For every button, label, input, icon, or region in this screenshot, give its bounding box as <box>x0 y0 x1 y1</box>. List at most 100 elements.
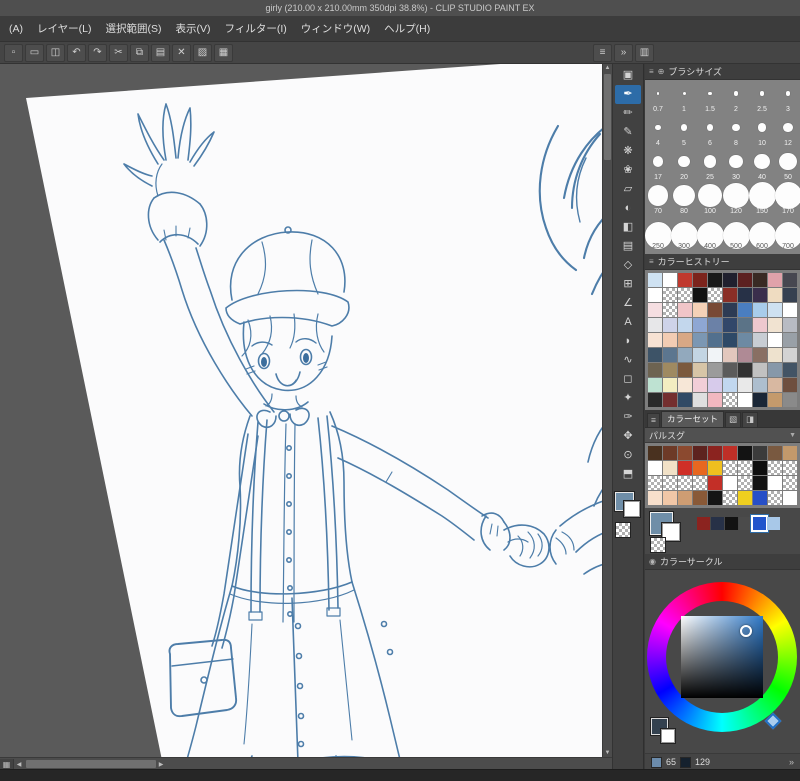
brush-size-cell[interactable]: 1.5 <box>697 82 723 116</box>
open-file-button[interactable]: ▭ <box>25 43 44 62</box>
color-swatch[interactable] <box>768 378 782 392</box>
brush-size-cell[interactable]: 10 <box>749 116 775 150</box>
color-swatch[interactable] <box>663 303 677 317</box>
color-swatch[interactable] <box>753 333 767 347</box>
color-swatch[interactable] <box>678 491 692 505</box>
brush-size-cell[interactable]: 17 <box>645 150 671 184</box>
color-swatch[interactable] <box>783 273 797 287</box>
color-swatch[interactable] <box>708 273 722 287</box>
palette-name-selector[interactable]: パルスグ ▼ <box>645 428 800 443</box>
color-swatch[interactable] <box>768 393 782 407</box>
color-swatch[interactable] <box>708 318 722 332</box>
sub-color-chip[interactable] <box>623 500 641 518</box>
color-swatch[interactable] <box>678 303 692 317</box>
color-swatch[interactable] <box>708 476 722 490</box>
scroll-right-icon[interactable]: ▶ <box>156 761 166 768</box>
color-swatch[interactable] <box>753 303 767 317</box>
color-swatch[interactable] <box>663 333 677 347</box>
color-swatch[interactable] <box>738 348 752 362</box>
horizontal-scroll-thumb[interactable] <box>26 760 156 768</box>
color-swatch[interactable] <box>738 363 752 377</box>
color-swatch[interactable] <box>648 476 662 490</box>
color-swatch[interactable] <box>663 348 677 362</box>
color-swatch[interactable] <box>753 378 767 392</box>
brush-size-cell[interactable]: 170 <box>774 182 800 218</box>
tab-color-set-alt-icon[interactable]: ▧ <box>724 412 742 427</box>
color-wheel[interactable] <box>647 582 797 732</box>
brush-size-cell[interactable]: 4 <box>645 116 671 150</box>
operation-tool[interactable]: ▣ <box>615 66 641 85</box>
color-swatch[interactable] <box>738 333 752 347</box>
color-swatch[interactable] <box>723 273 737 287</box>
menu-item-5[interactable]: フィルター(I) <box>218 17 294 40</box>
tab-color-set-alt2-icon[interactable]: ◨ <box>742 412 759 427</box>
brush-size-cell[interactable]: 30 <box>723 150 749 184</box>
color-swatch[interactable] <box>693 288 707 302</box>
color-swatch[interactable] <box>753 348 767 362</box>
color-swatch[interactable] <box>723 393 737 407</box>
color-swatch[interactable] <box>753 461 767 475</box>
menu-item-2[interactable]: レイヤー(L) <box>30 17 99 40</box>
fill-button[interactable]: ▨ <box>193 43 212 62</box>
color-swatch[interactable] <box>768 476 782 490</box>
color-swatch[interactable] <box>723 363 737 377</box>
brush-size-cell[interactable]: 3 <box>775 82 800 116</box>
color-swatch[interactable] <box>663 476 677 490</box>
sv-picker-dot[interactable] <box>740 625 752 637</box>
decoration-tool[interactable]: ❀ <box>615 161 641 180</box>
color-swatch[interactable] <box>751 515 768 532</box>
brush-size-cell[interactable]: 2 <box>723 82 749 116</box>
color-swatch[interactable] <box>678 393 692 407</box>
clear-button[interactable]: ✕ <box>172 43 191 62</box>
color-swatch[interactable] <box>678 288 692 302</box>
auto-select-tool[interactable]: ✦ <box>615 389 641 408</box>
redo-button[interactable]: ↷ <box>88 43 107 62</box>
color-swatch[interactable] <box>678 273 692 287</box>
color-swatch[interactable] <box>753 393 767 407</box>
brush-tool[interactable]: ✎ <box>615 123 641 142</box>
brush-size-cell[interactable]: 6 <box>697 116 723 150</box>
brush-size-cell[interactable]: 20 <box>671 150 697 184</box>
brush-size-cell[interactable]: 80 <box>671 184 697 218</box>
color-swatch[interactable] <box>678 348 692 362</box>
color-swatch[interactable] <box>753 288 767 302</box>
canvas-area[interactable]: ▲ ▼ ▦ ◀ ▶ <box>0 64 612 770</box>
collapse-panels-icon[interactable]: » <box>614 43 633 62</box>
color-swatch[interactable] <box>693 461 707 475</box>
color-swatch[interactable] <box>768 461 782 475</box>
color-swatch[interactable] <box>708 363 722 377</box>
selection-tool[interactable]: ◻ <box>615 370 641 389</box>
color-swatch[interactable] <box>723 476 737 490</box>
color-swatch[interactable] <box>693 363 707 377</box>
color-swatch[interactable] <box>768 348 782 362</box>
color-swatch[interactable] <box>738 378 752 392</box>
color-swatch[interactable] <box>693 491 707 505</box>
color-swatch[interactable] <box>648 273 662 287</box>
brush-size-cell[interactable]: 400 <box>696 218 724 252</box>
color-swatch[interactable] <box>708 378 722 392</box>
color-swatch[interactable] <box>663 461 677 475</box>
color-swatch[interactable] <box>738 461 752 475</box>
color-swatch[interactable] <box>648 363 662 377</box>
panel-menu-icon[interactable]: ≡ <box>649 67 654 76</box>
color-swatch[interactable] <box>678 461 692 475</box>
color-swatch[interactable] <box>753 491 767 505</box>
menu-item-7[interactable]: ヘルプ(H) <box>377 17 437 40</box>
panel-menu-icon[interactable]: ≡ <box>649 257 654 266</box>
color-swatch[interactable] <box>783 348 797 362</box>
color-swatch[interactable] <box>708 333 722 347</box>
color-swatch[interactable] <box>753 273 767 287</box>
save-button[interactable]: ◫ <box>46 43 65 62</box>
scroll-left-icon[interactable]: ◀ <box>14 761 24 768</box>
ruler-tool[interactable]: ∠ <box>615 294 641 313</box>
color-swatch[interactable] <box>648 446 662 460</box>
color-swatch[interactable] <box>693 446 707 460</box>
saturation-value-square[interactable] <box>681 616 763 698</box>
menu-item-1[interactable]: (A) <box>2 19 30 39</box>
cut-button[interactable]: ✂ <box>109 43 128 62</box>
color-swatch[interactable] <box>693 303 707 317</box>
color-swatch[interactable] <box>768 318 782 332</box>
color-swatch[interactable] <box>738 476 752 490</box>
brush-size-cell[interactable]: 25 <box>697 150 723 184</box>
brush-size-cell[interactable]: 500 <box>722 218 750 252</box>
